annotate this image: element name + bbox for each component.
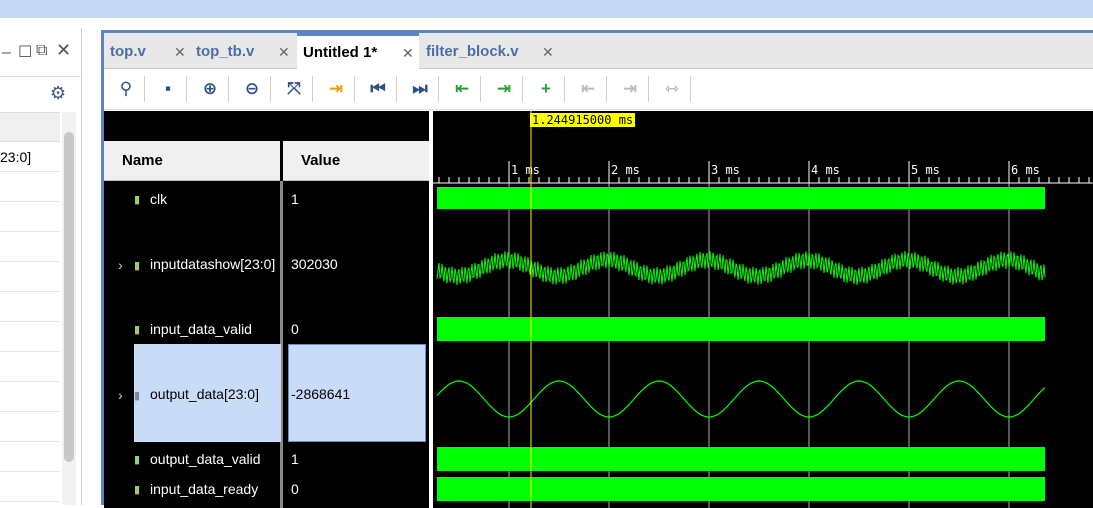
list-item[interactable] — [0, 382, 60, 412]
input-data-valid-waveform — [437, 317, 1045, 341]
zoom-out-icon[interactable]: ⊖ — [240, 78, 264, 100]
list-item[interactable] — [0, 472, 60, 502]
list-item[interactable] — [0, 172, 60, 202]
waveform-window: top.v ✕ top_tb.v ✕ Untitled 1* ✕ filter_… — [101, 30, 1093, 508]
cursor-time-label[interactable]: 1.244915000 ms — [530, 113, 636, 127]
swap-cursors-icon[interactable]: ⇿ — [660, 78, 684, 100]
close-tab-icon[interactable]: ✕ — [174, 44, 186, 61]
ruler-tick-label: 4 ms — [811, 163, 840, 177]
tab-top-tb-v[interactable]: top_tb.v ✕ — [190, 35, 296, 69]
go-to-end-icon[interactable]: ⏭ — [408, 78, 432, 100]
signal-value: -2868641 — [291, 386, 351, 402]
left-panel: – ☐ ⧉ ✕ ⚙ 23:0] — [0, 28, 82, 505]
waveform-area[interactable]: Name Value ▮ clk 1 › ▮ inputdatashow[23:… — [104, 111, 1093, 508]
go-to-start-icon[interactable]: ⏮ — [366, 78, 390, 100]
signal-icon: ▮ — [134, 454, 141, 466]
waveform-plot[interactable]: 1 ms 2 ms 3 ms 4 ms 5 ms 6 ms — [433, 111, 1093, 508]
input-data-ready-waveform — [437, 477, 1045, 501]
previous-marker-icon[interactable]: ⇤ — [576, 78, 600, 100]
close-tab-icon[interactable]: ✕ — [278, 44, 290, 61]
ruler-tick-label: 5 ms — [911, 163, 940, 177]
zoom-in-icon[interactable]: ⊕ — [198, 78, 222, 100]
signal-icon: ▮ — [134, 194, 141, 206]
inputdatashow-waveform — [436, 251, 1046, 286]
list-item[interactable] — [0, 262, 60, 292]
signal-name[interactable]: inputdatashow[23:0] — [150, 256, 275, 272]
signal-icon: ▮ — [134, 484, 141, 496]
ruler-tick-label: 3 ms — [711, 163, 740, 177]
tab-filter-block-v[interactable]: filter_block.v ✕ — [420, 35, 560, 69]
list-item[interactable] — [0, 442, 60, 472]
gear-icon[interactable]: ⚙ — [50, 83, 66, 104]
ruler-tick-label: 1 ms — [511, 163, 540, 177]
chevron-right-icon[interactable]: › — [118, 257, 123, 273]
signal-value: 0 — [291, 321, 299, 337]
zoom-fit-icon[interactable]: ⤧ — [282, 78, 306, 100]
left-panel-toolbar: ⚙ — [0, 76, 82, 112]
previous-transition-icon[interactable]: ⇤ — [450, 78, 474, 100]
tab-untitled-1[interactable]: Untitled 1* ✕ — [297, 33, 419, 70]
signal-value: 1 — [291, 191, 299, 207]
list-item-label: 23:0] — [0, 149, 32, 165]
restore-icon[interactable]: ☐ — [18, 42, 32, 62]
left-panel-header: – ☐ ⧉ ✕ — [0, 28, 82, 76]
go-to-cursor-icon[interactable]: ⇥ — [324, 78, 348, 100]
list-item[interactable] — [0, 322, 60, 352]
editor-tabs: top.v ✕ top_tb.v ✕ Untitled 1* ✕ filter_… — [104, 33, 1093, 70]
signal-value: 302030 — [291, 256, 338, 272]
add-marker-icon[interactable]: + — [534, 78, 558, 100]
list-item[interactable] — [0, 412, 60, 442]
signal-name[interactable]: input_data_ready — [150, 481, 258, 497]
name-column-header[interactable]: Name — [104, 141, 280, 181]
signal-value: 0 — [291, 481, 299, 497]
close-icon[interactable]: ✕ — [56, 40, 71, 61]
tab-top-v[interactable]: top.v ✕ — [104, 35, 190, 69]
signal-icon: ▮ — [134, 324, 141, 336]
value-column-header[interactable]: Value — [283, 141, 429, 181]
search-icon[interactable]: ⚲ — [114, 78, 138, 100]
scrollbar-thumb[interactable] — [64, 132, 74, 462]
signal-value: 1 — [291, 451, 299, 467]
bus-icon: ▮ — [134, 390, 141, 402]
list-item[interactable] — [0, 232, 60, 262]
ruler-tick-label: 6 ms — [1011, 163, 1040, 177]
output-data-waveform — [436, 380, 1046, 418]
next-transition-icon[interactable]: ⇥ — [492, 78, 516, 100]
close-tab-icon[interactable]: ✕ — [402, 45, 414, 62]
signal-name[interactable]: output_data_valid — [150, 451, 261, 467]
next-marker-icon[interactable]: ⇥ — [618, 78, 642, 100]
list-item[interactable] — [0, 352, 60, 382]
ruler-tick-label: 2 ms — [611, 163, 640, 177]
list-item[interactable]: 23:0] — [0, 142, 60, 172]
minimize-icon[interactable]: – — [2, 44, 11, 62]
signal-name[interactable]: input_data_valid — [150, 321, 252, 337]
close-tab-icon[interactable]: ✕ — [542, 44, 554, 61]
clk-waveform — [437, 187, 1045, 209]
left-panel-column-header — [0, 112, 60, 142]
signal-name[interactable]: output_data[23:0] — [150, 386, 259, 402]
chevron-right-icon[interactable]: › — [118, 387, 123, 403]
waveform-toolbar: ⚲ ▪ ⊕ ⊖ ⤧ ⇥ ⏮ ⏭ ⇤ ⇥ + ⇤ ⇥ ⇿ — [104, 70, 1093, 110]
save-icon[interactable]: ▪ — [156, 78, 180, 100]
float-icon[interactable]: ⧉ — [36, 42, 47, 60]
bus-icon: ▮ — [134, 260, 141, 272]
output-data-valid-waveform — [437, 447, 1045, 471]
list-item[interactable] — [0, 202, 60, 232]
list-item[interactable] — [0, 292, 60, 322]
title-bar — [0, 0, 1093, 18]
signal-name[interactable]: clk — [150, 191, 167, 207]
